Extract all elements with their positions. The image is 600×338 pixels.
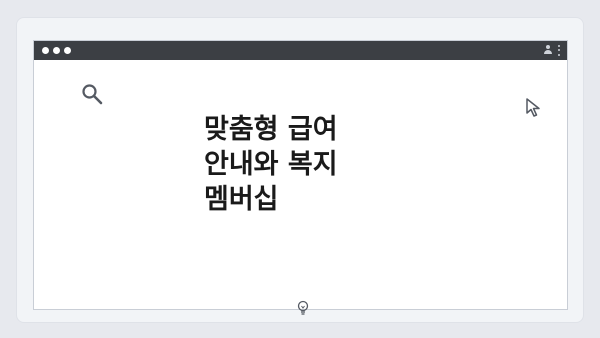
kebab-dot	[558, 44, 560, 47]
user-icon[interactable]	[543, 44, 553, 56]
kebab-dot	[558, 49, 560, 51]
kebab-dot	[558, 53, 560, 56]
kebab-menu-icon[interactable]	[558, 44, 561, 56]
titlebar-actions	[543, 44, 561, 56]
page-headline: 맞춤형 급여 안내와 복지 멤버십	[204, 112, 444, 217]
headline-line-1: 맞춤형 급여	[204, 114, 338, 145]
cursor-arrow-icon	[526, 98, 540, 117]
window-controls	[42, 47, 71, 54]
browser-window: 맞춤형 급여 안내와 복지 멤버십	[33, 40, 568, 315]
search-icon[interactable]	[81, 83, 103, 105]
user-icon-head	[546, 45, 550, 49]
headline-line-3: 멤버십	[204, 184, 279, 215]
minimize-window-button[interactable]	[53, 47, 60, 54]
user-icon-body	[544, 50, 552, 54]
window-titlebar	[34, 41, 567, 60]
window-content: 맞춤형 급여 안내와 복지 멤버십	[34, 60, 567, 315]
maximize-window-button[interactable]	[64, 47, 71, 54]
headline-line-2: 안내와 복지	[204, 149, 338, 180]
close-window-button[interactable]	[42, 47, 49, 54]
lightbulb-icon	[297, 300, 309, 315]
